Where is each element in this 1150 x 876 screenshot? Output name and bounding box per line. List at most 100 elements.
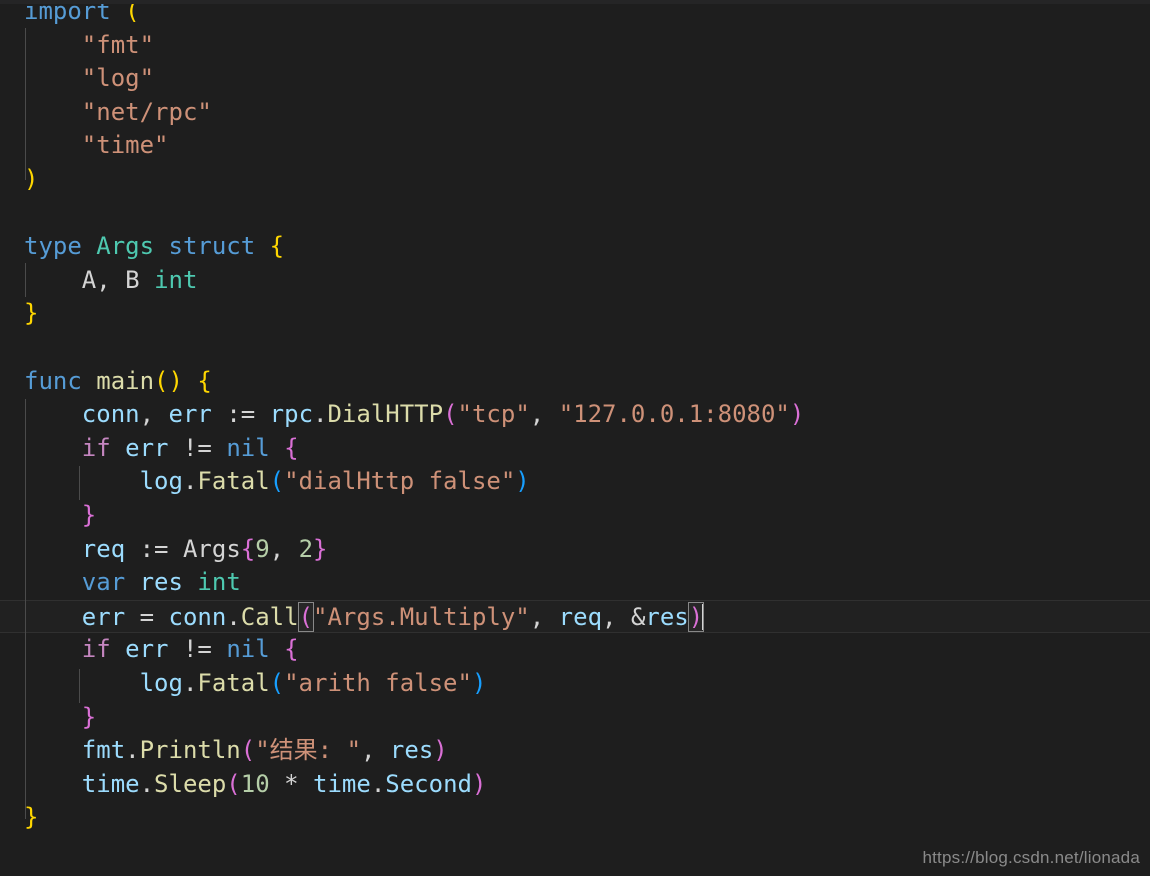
code-line[interactable]: type Args struct { — [0, 230, 1150, 264]
token-number: 10 — [240, 769, 270, 798]
token-package: fmt — [81, 736, 126, 765]
token-punct: . — [313, 400, 328, 429]
code-line[interactable]: fmt.Println("结果: ", res) — [0, 734, 1150, 768]
token-variable: res — [645, 602, 689, 631]
code-line[interactable]: A, B int — [0, 264, 1150, 298]
token-operator: != — [182, 433, 212, 462]
indent-guide — [25, 28, 26, 180]
token-bracket: ( — [269, 669, 285, 697]
token-function: Call — [240, 602, 299, 631]
code-line[interactable]: "fmt" — [0, 29, 1150, 63]
token-operator: * — [284, 769, 299, 798]
token-bracket: { — [284, 635, 299, 664]
code-line[interactable]: func main() { — [0, 365, 1150, 399]
code-line[interactable]: "net/rpc" — [0, 96, 1150, 130]
token-bracket: ) — [24, 165, 39, 193]
token-operator: = — [139, 602, 155, 631]
token-keyword: nil — [226, 433, 270, 462]
code-line[interactable]: "log" — [0, 62, 1150, 96]
code-line[interactable]: var res int — [0, 566, 1150, 600]
token-punct: . — [182, 669, 198, 697]
token-punct: , — [139, 400, 155, 429]
token-variable: err — [125, 433, 169, 462]
token-bracket: ) — [515, 467, 530, 496]
token-variable: res — [139, 568, 183, 597]
token-function: Sleep — [154, 769, 227, 798]
code-line[interactable]: if err != nil { — [0, 633, 1150, 667]
token-type: int — [154, 265, 198, 294]
token-bracket: ) — [471, 769, 487, 798]
code-line[interactable]: conn, err := rpc.DialHTTP("tcp", "127.0.… — [0, 398, 1150, 432]
code-line[interactable]: ) — [0, 163, 1150, 197]
code-line[interactable]: import ( — [0, 0, 1150, 29]
token-bracket: } — [24, 299, 39, 328]
token-string: "Args.Multiply" — [313, 602, 530, 631]
token-bracket: } — [81, 702, 97, 731]
token-keyword: struct — [168, 232, 256, 261]
token-number: 9 — [255, 534, 270, 563]
token-punct: , — [602, 602, 617, 631]
code-line[interactable]: } — [0, 701, 1150, 735]
code-line[interactable]: if err != nil { — [0, 432, 1150, 466]
token-punct: , — [96, 265, 111, 294]
code-line[interactable]: req := Args{9, 2} — [0, 533, 1150, 567]
token-variable: err — [125, 635, 169, 664]
token-bracket: } — [313, 534, 328, 563]
token-package: time — [313, 769, 371, 798]
code-line[interactable] — [0, 197, 1150, 231]
text-cursor — [702, 603, 705, 630]
token-string: "time" — [81, 131, 169, 160]
token-keyword: type — [24, 232, 82, 261]
watermark-url: https://blog.csdn.net/lionada — [922, 848, 1140, 867]
token-function: Fatal — [197, 467, 270, 496]
code-line[interactable]: } — [0, 297, 1150, 331]
bracket-match-open: ( — [297, 601, 315, 632]
token-punct: . — [125, 736, 140, 765]
token-punct: . — [226, 602, 241, 631]
token-function: main — [96, 366, 155, 395]
indent-guide — [79, 466, 80, 500]
token-operator: := — [139, 534, 169, 563]
code-line[interactable]: log.Fatal("dialHttp false") — [0, 465, 1150, 499]
token-variable: res — [389, 736, 434, 765]
token-function: DialHTTP — [327, 400, 444, 429]
token-string: "fmt" — [81, 30, 155, 59]
code-line[interactable]: } — [0, 499, 1150, 533]
token-punct: . — [139, 769, 155, 798]
token-field: B — [125, 265, 140, 294]
token-keyword: nil — [226, 635, 270, 664]
token-keyword: var — [81, 568, 126, 597]
token-number: 2 — [298, 534, 314, 563]
token-bracket: { — [269, 232, 285, 261]
token-bracket: } — [81, 501, 97, 529]
bracket-match-close: ) — [687, 601, 705, 632]
token-bracket: ( — [269, 467, 285, 496]
token-string: "log" — [81, 64, 155, 93]
token-variable: conn — [81, 400, 140, 429]
token-string: "tcp" — [457, 400, 530, 429]
token-punct: . — [370, 769, 386, 798]
indent-guide — [79, 669, 80, 703]
token-variable: conn — [168, 602, 227, 631]
code-line[interactable]: } — [0, 801, 1150, 835]
indent-guide — [25, 263, 26, 297]
token-bracket: ) — [433, 736, 448, 765]
code-line[interactable]: log.Fatal("arith false") — [0, 667, 1150, 701]
token-control-keyword: if — [81, 635, 111, 664]
code-line[interactable]: time.Sleep(10 * time.Second) — [0, 768, 1150, 802]
token-bracket: } — [24, 803, 39, 832]
token-bracket: { — [197, 366, 212, 395]
token-function: Println — [139, 736, 241, 765]
code-line-current[interactable]: err = conn.Call("Args.Multiply", req, &r… — [0, 599, 1150, 634]
code-surface[interactable]: import ( "fmt" "log" "net/rpc" "time" ) … — [0, 0, 1150, 876]
token-function: Fatal — [197, 669, 270, 697]
token-field: A — [81, 265, 97, 294]
code-line[interactable]: "time" — [0, 129, 1150, 163]
token-variable: err — [81, 602, 126, 631]
editor-top-edge — [0, 0, 1150, 4]
token-bracket: { — [284, 433, 299, 462]
token-string: "结果: " — [255, 736, 362, 765]
code-editor[interactable]: import ( "fmt" "log" "net/rpc" "time" ) … — [0, 0, 1150, 876]
code-line[interactable] — [0, 331, 1150, 365]
token-punct: . — [182, 467, 198, 496]
